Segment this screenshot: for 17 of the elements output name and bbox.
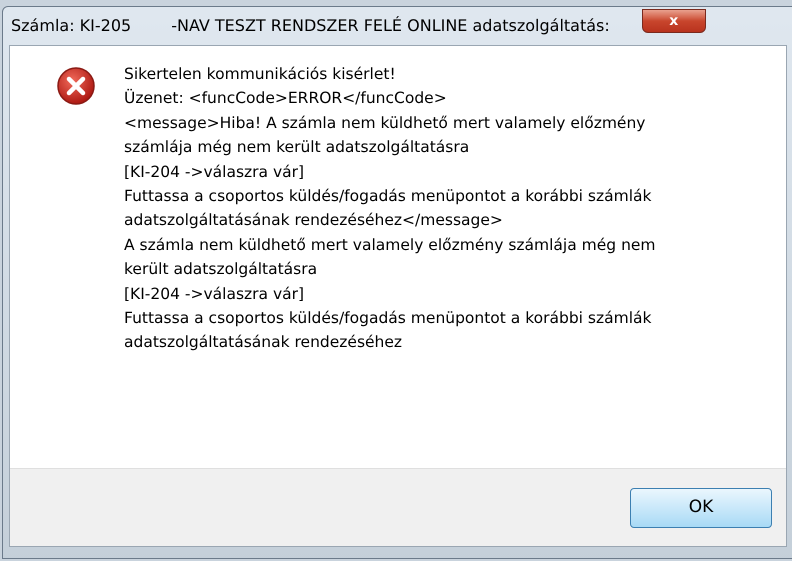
error-icon xyxy=(56,66,96,106)
message-line: adatszolgáltatásának rendezéséhez</message> xyxy=(124,210,504,232)
window-title: Számla: KI-205 xyxy=(11,15,132,37)
message-line: Futtassa a csoportos küldés/fogadás menüpontot a korábbi számlák xyxy=(124,186,652,208)
message-line: [KI-204 ->válaszra vár] xyxy=(124,284,306,305)
message-line: Sikertelen kommunikációs kisérlet! xyxy=(124,64,397,85)
message-line: A számla nem küldhető mert valamely előzmény számlája még nem xyxy=(124,234,656,256)
window-subtitle: -NAV TESZT RENDSZER FELÉ ONLINE adatszolgáltatás: xyxy=(171,15,610,37)
message-line: számlája még nem került adatszolgáltatásra xyxy=(124,137,470,158)
close-button[interactable]: x xyxy=(642,9,706,33)
message-line: <message>Hiba! A számla nem küldhető mert valamely előzmény xyxy=(124,112,646,134)
message-line: adatszolgáltatásának rendezéséhez xyxy=(124,332,404,354)
ok-button[interactable]: OK xyxy=(630,488,772,528)
message-line: került adatszolgáltatásra xyxy=(124,259,318,280)
message-line: [KI-204 ->válaszra vár] xyxy=(124,162,306,183)
message-line: Üzenet: <funcCode>ERROR</funcCode> xyxy=(124,88,448,110)
message-line: Futtassa a csoportos küldés/fogadás menüpontot a korábbi számlák xyxy=(124,308,652,330)
